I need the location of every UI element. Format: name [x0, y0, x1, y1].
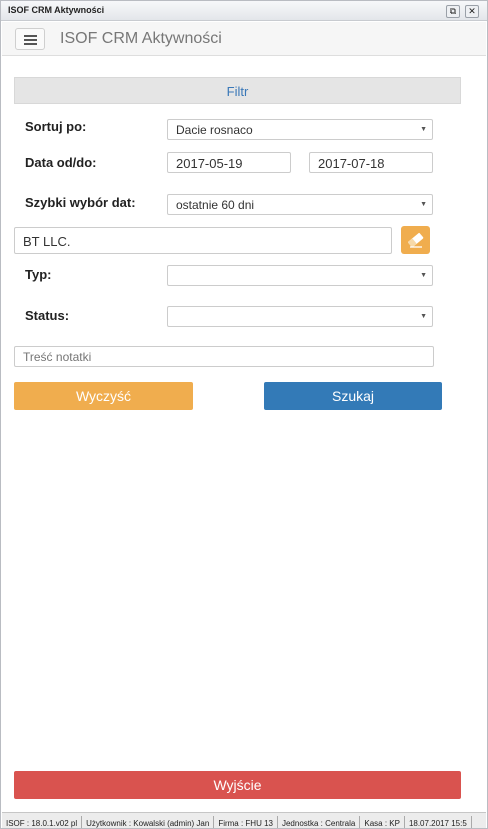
statusbar-unit: Jednostka : Centrala — [278, 816, 361, 828]
window-title: ISOF CRM Aktywności — [8, 5, 105, 15]
date-from-input[interactable]: 2017-05-19 — [167, 152, 291, 173]
status-label: Status: — [25, 308, 70, 323]
statusbar-cashdesk: Kasa : KP — [360, 816, 405, 828]
chevron-down-icon: ▼ — [420, 313, 427, 320]
type-select[interactable]: ▼ — [167, 265, 433, 286]
statusbar-user: Użytkownik : Kowalski (admin) Jan — [82, 816, 215, 828]
chevron-down-icon: ▼ — [420, 272, 427, 279]
status-bar: ISOF : 18.0.1.v02 pl Użytkownik : Kowalsk… — [2, 812, 486, 828]
clear-button[interactable]: Wyczyść — [14, 382, 193, 410]
search-button[interactable]: Szukaj — [264, 382, 442, 410]
quick-date-select[interactable]: ostatnie 60 dni ▼ — [167, 194, 433, 215]
filter-header-label: Filtr — [226, 84, 249, 99]
app-header: ISOF CRM Aktywności — [2, 22, 486, 56]
sort-select[interactable]: Dacie rosnaco ▼ — [167, 119, 433, 140]
hamburger-menu-button[interactable] — [15, 28, 45, 50]
close-icon[interactable]: ✕ — [465, 5, 479, 18]
restore-icon[interactable]: ⧉ — [446, 5, 460, 18]
statusbar-version: ISOF : 18.0.1.v02 pl — [2, 816, 83, 828]
statusbar-company: Firma : FHU 13 — [214, 816, 278, 828]
filter-toggle[interactable]: Filtr — [14, 77, 461, 104]
client-value: BT LLC. — [23, 234, 71, 249]
eraser-icon — [408, 232, 424, 248]
clear-client-button[interactable] — [401, 226, 430, 254]
date-to-value: 2017-07-18 — [318, 156, 385, 171]
sort-label: Sortuj po: — [25, 119, 87, 134]
note-content-input[interactable] — [14, 346, 434, 367]
status-select[interactable]: ▼ — [167, 306, 433, 327]
quick-date-value: ostatnie 60 dni — [176, 198, 255, 212]
date-to-input[interactable]: 2017-07-18 — [309, 152, 433, 173]
exit-button[interactable]: Wyjście — [14, 771, 461, 799]
window-titlebar: ISOF CRM Aktywności ⧉ ✕ — [1, 1, 487, 21]
date-range-label: Data od/do: — [25, 155, 97, 170]
chevron-down-icon: ▼ — [420, 126, 427, 133]
chevron-down-icon: ▼ — [420, 201, 427, 208]
app-title: ISOF CRM Aktywności — [60, 30, 222, 47]
sort-select-value: Dacie rosnaco — [176, 123, 253, 137]
type-label: Typ: — [25, 267, 52, 282]
app-window: ISOF CRM Aktywności ⧉ ✕ ISOF CRM Aktywno… — [0, 0, 488, 829]
date-from-value: 2017-05-19 — [176, 156, 243, 171]
client-input[interactable]: BT LLC. — [14, 227, 392, 254]
statusbar-datetime: 18.07.2017 15:5 — [405, 816, 472, 828]
quick-date-label: Szybki wybór dat: — [25, 195, 136, 210]
